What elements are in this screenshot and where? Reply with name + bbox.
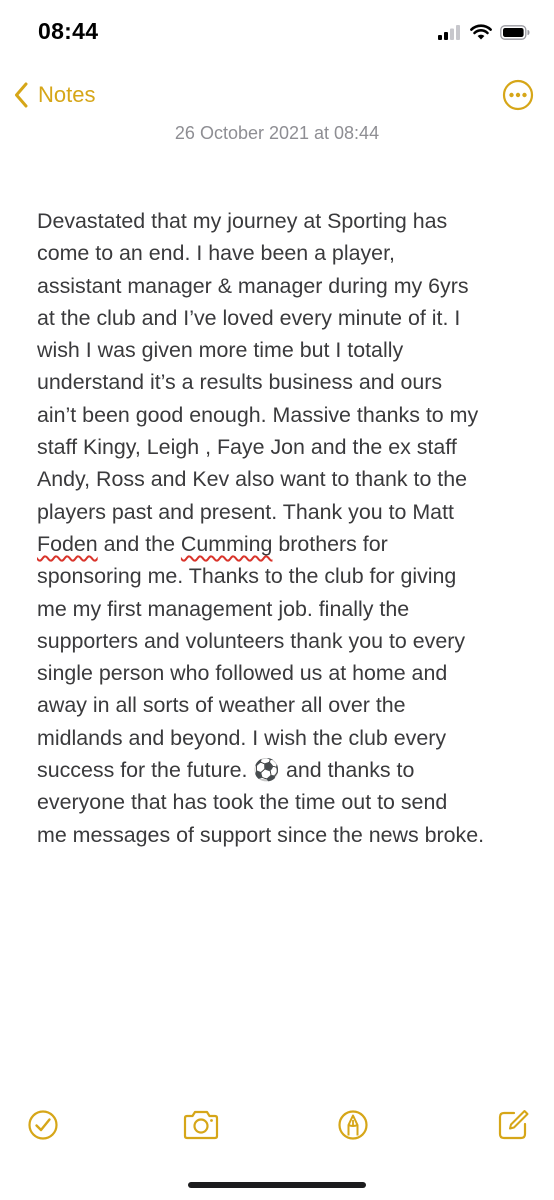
note-line: single person who followed us at home an… — [37, 661, 448, 686]
note-line: me my first management job. finally the — [37, 596, 410, 621]
note-text-segment: and the — [97, 531, 181, 556]
compose-icon — [498, 1110, 529, 1140]
camera-button[interactable] — [181, 1107, 221, 1143]
note-line: staff Kingy, Leigh , Faye Jon and the ex… — [37, 435, 457, 460]
note-text-segment: brothers for — [272, 531, 388, 556]
note-line: understand it’s a results business and o… — [37, 370, 443, 395]
more-options-button[interactable] — [502, 79, 534, 111]
note-line: success for the future. ⚽ and thanks to — [37, 758, 415, 783]
chevron-left-icon — [15, 82, 28, 108]
note-line: away in all sorts of weather all over th… — [37, 693, 406, 718]
note-line: midlands and beyond. I wish the club eve… — [37, 725, 447, 750]
note-line: supporters and volunteers thank you to e… — [37, 628, 466, 653]
note-body[interactable]: Devastated that my journey at Sporting h… — [37, 205, 525, 851]
markup-pen-icon — [338, 1110, 368, 1140]
wifi-icon — [470, 24, 492, 40]
note-line: Andy, Ross and Kev also want to thank to… — [37, 467, 468, 492]
back-label: Notes — [38, 82, 96, 107]
note-line: wish I was given more time but I totally — [37, 338, 404, 363]
note-date: 26 October 2021 at 08:44 — [174, 123, 380, 143]
note-line: everyone that has took the time out to s… — [37, 790, 448, 815]
checklist-button[interactable] — [25, 1107, 61, 1143]
misspelled-word[interactable]: Cumming — [181, 532, 273, 556]
note-line: ain’t been good enough. Massive thanks t… — [37, 402, 479, 427]
camera-icon — [183, 1110, 219, 1140]
compose-button[interactable] — [495, 1107, 531, 1143]
cellular-signal-icon — [438, 25, 460, 40]
note-line: me messages of support since the news br… — [37, 822, 485, 847]
note-line: Devastated that my journey at Sporting h… — [37, 209, 448, 233]
checklist-icon — [28, 1110, 58, 1140]
back-button[interactable]: Notes — [14, 78, 95, 112]
note-line: come to an end. I have been a player, — [37, 241, 395, 266]
status-icons — [438, 24, 530, 40]
markup-button[interactable] — [335, 1107, 371, 1143]
home-indicator[interactable] — [188, 1182, 366, 1188]
ellipsis-circle-icon — [502, 79, 534, 111]
note-line: players past and present. Thank you to M… — [37, 499, 454, 524]
battery-icon — [500, 24, 530, 40]
status-bar: 08:44 — [0, 0, 554, 64]
note-line: at the club and I’ve loved every minute … — [37, 305, 461, 330]
note-line-spellcheck: Foden and the Cumming brothers for — [37, 528, 525, 560]
misspelled-word[interactable]: Foden — [37, 532, 98, 556]
note-line: sponsoring me. Thanks to the club for gi… — [37, 564, 457, 589]
note-line: assistant manager & manager during my 6y… — [37, 273, 469, 298]
status-time: 08:44 — [38, 18, 99, 44]
